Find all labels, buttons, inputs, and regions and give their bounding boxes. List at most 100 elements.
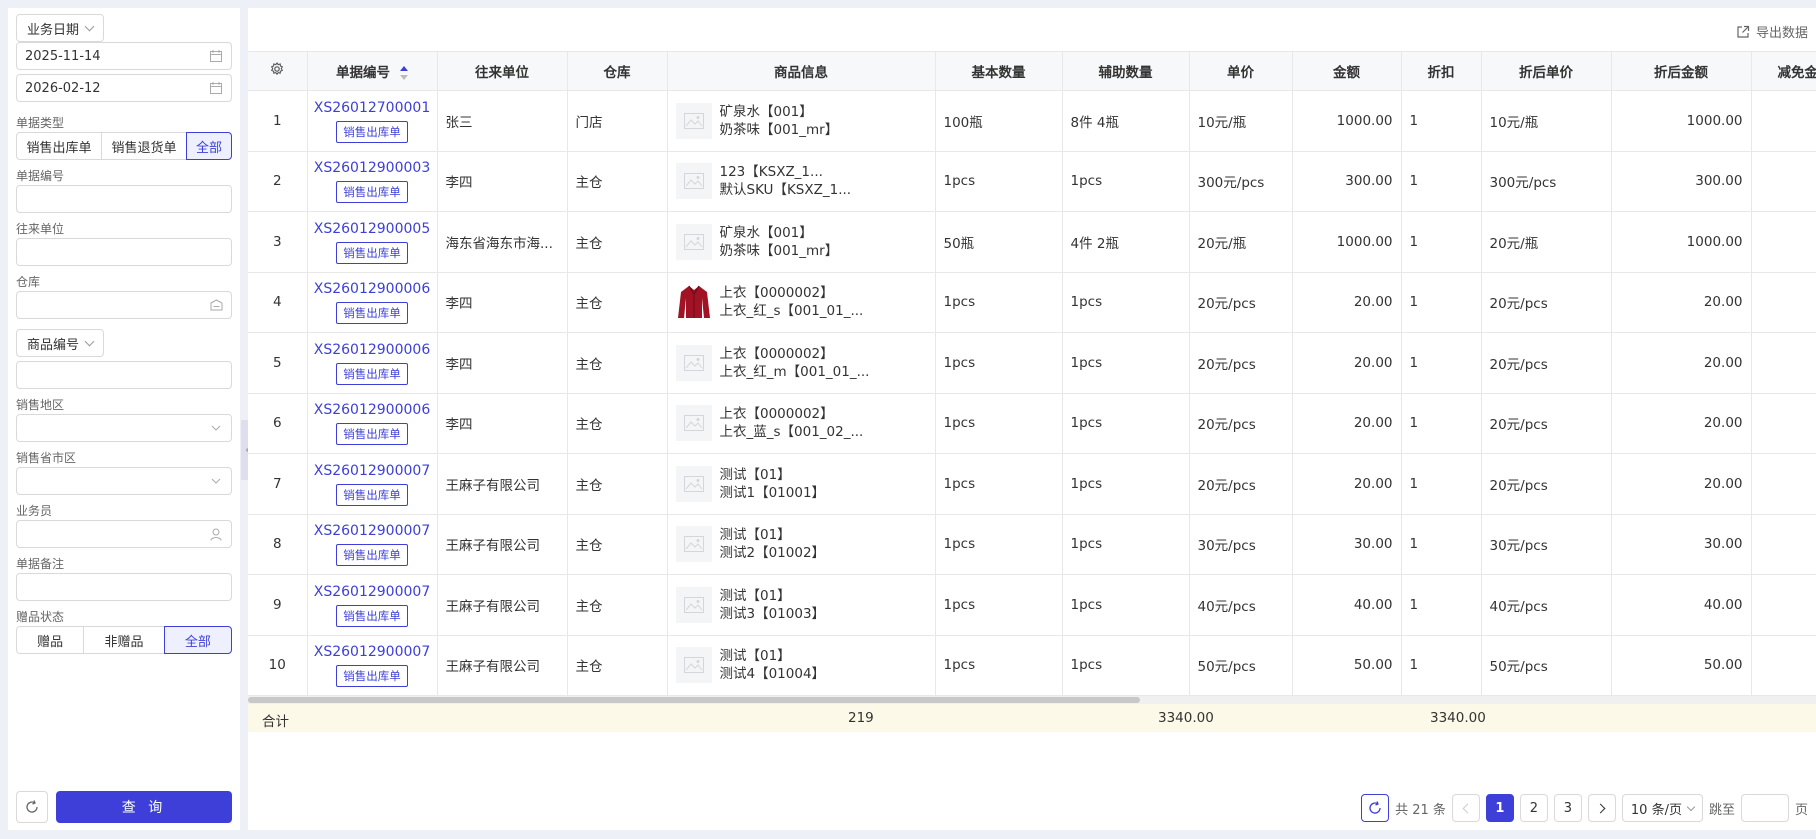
province-select[interactable] [16,467,232,495]
table-row[interactable]: 6 XS26012900006 销售出库单 李四 主仓 上衣【0000002】 上衣_蓝_s… [248,393,1816,454]
discount-cell: 1 [1401,151,1482,212]
totals-row: 合计 219 3340.00 3340.00 [248,704,1816,732]
doc-type-sales-return[interactable]: 销售退货单 [101,132,187,160]
totals-base-qty: 219 [848,710,874,726]
doc-type-all[interactable]: 全部 [186,132,232,160]
aux-qty-cell: 1pcs [1062,393,1190,454]
amount-cell: 300.00 [1292,151,1402,212]
doc-no-link[interactable]: XS26012900007 [312,462,433,480]
doc-no-link[interactable]: XS26012900006 [312,401,433,419]
export-button[interactable]: 导出数据 [1736,22,1808,41]
gift-option-gift[interactable]: 赠品 [16,626,85,654]
doc-no-link[interactable]: XS26012900005 [312,220,433,238]
product-name: 测试【01】 [719,648,791,665]
page-button-2[interactable]: 2 [1519,794,1548,822]
jump-page-input[interactable] [1740,794,1789,822]
table-row[interactable]: 5 XS26012900006 销售出库单 李四 主仓 上衣【0000002】 上衣_红_m… [248,332,1816,394]
next-page-button[interactable] [1587,794,1616,822]
reduce-amount-cell [1751,151,1816,212]
table-row[interactable]: 2 XS26012900003 销售出库单 李四 主仓 123【KSXZ_1... 默认SK… [248,151,1816,212]
chevron-down-icon [84,336,95,346]
header-doc-no-label: 单据编号 [336,65,390,81]
page-button-3[interactable]: 3 [1553,794,1582,822]
base-qty-cell: 1pcs [935,514,1063,575]
partner-cell: 李四 [437,332,568,394]
partner-cell: 王麻子有限公司 [437,514,568,575]
date-type-label: 业务日期 [27,22,80,38]
page-button-1[interactable]: 1 [1485,794,1514,822]
pagination-refresh-button[interactable] [1361,794,1390,822]
salesperson-input[interactable] [16,520,232,548]
table-row[interactable]: 8 XS26012900007 销售出库单 王麻子有限公司 主仓 测试【01】 测试2【01… [248,514,1816,575]
prev-page-button[interactable] [1451,794,1480,822]
disc-amount-cell: 40.00 [1611,574,1752,636]
doc-type-sales-out[interactable]: 销售出库单 [16,132,102,160]
header-doc-no[interactable]: 单据编号 [307,51,438,91]
row-index: 6 [248,393,308,454]
discount-cell: 1 [1401,332,1482,394]
doc-no-input[interactable] [16,185,232,213]
doc-no-cell: XS26012900007 销售出库单 [307,514,438,575]
reset-button[interactable] [16,791,48,823]
table-row[interactable]: 9 XS26012900007 销售出库单 王麻子有限公司 主仓 测试【01】 测试3【01… [248,574,1816,636]
product-code-select[interactable]: 商品编号 [16,329,105,357]
discount-cell: 1 [1401,514,1482,575]
table-row[interactable]: 7 XS26012900007 销售出库单 王麻子有限公司 主仓 测试【01】 测试1【01… [248,453,1816,515]
remark-input[interactable] [16,573,232,601]
image-placeholder-icon [675,102,712,139]
partner-input[interactable] [16,238,232,266]
partner-label: 往来单位 [16,222,65,236]
horizontal-scrollbar[interactable] [248,696,1816,704]
product-name: 上衣【0000002】 [719,406,834,423]
header-disc-price: 折后单价 [1481,51,1612,91]
image-placeholder-icon [675,163,712,200]
doc-no-cell: XS26012700001 销售出库单 [307,90,438,152]
sort-icon[interactable] [400,66,408,80]
warehouse-cell: 门店 [567,90,668,152]
doc-type-tag: 销售出库单 [336,241,408,264]
date-type-select[interactable]: 业务日期 [16,14,105,42]
calendar-icon [209,49,223,63]
table-row[interactable]: 10 XS26012900007 销售出库单 王麻子有限公司 主仓 测试【01】 测试4【0… [248,635,1816,696]
unit-price-cell: 40元/pcs [1189,574,1293,636]
row-index: 4 [248,272,308,333]
table-row[interactable]: 3 XS26012900005 销售出库单 海东省海东市海... 主仓 矿泉水【001】奶… [248,211,1816,273]
doc-no-link[interactable]: XS26012700001 [312,99,433,117]
page-size-select[interactable]: 10 条/页 [1621,794,1703,822]
warehouse-label: 仓库 [16,275,41,289]
discount-cell: 1 [1401,635,1482,696]
total-count: 共 21 条 [1395,802,1446,818]
partner-cell: 李四 [437,272,568,333]
discount-cell: 1 [1401,574,1482,636]
region-select[interactable] [16,414,232,442]
doc-no-link[interactable]: XS26012900007 [312,583,433,601]
doc-type-tag: 销售出库单 [336,665,408,688]
scrollbar-thumb[interactable] [248,697,1140,703]
doc-no-link[interactable]: XS26012900006 [312,341,433,359]
table-row[interactable]: 4 XS26012900006 销售出库单 李四 主仓 上衣【0000002】 上衣_红_s… [248,272,1816,333]
start-date-input[interactable]: 2025-11-14 [16,42,232,70]
settings-icon [271,62,284,76]
disc-price-cell: 30元/pcs [1481,514,1612,575]
doc-no-link[interactable]: XS26012900007 [312,522,433,540]
image-placeholder-icon [675,647,712,684]
chevron-down-icon [84,21,95,31]
product-name: 矿泉水【001】 [719,103,813,120]
product-code-input[interactable] [16,361,232,389]
doc-no-link[interactable]: XS26012900003 [312,159,433,177]
chevron-down-icon [209,421,223,435]
end-date-input[interactable]: 2026-02-12 [16,74,232,102]
gift-option-all[interactable]: 全部 [163,626,232,654]
reduce-amount-cell [1751,574,1816,636]
query-button[interactable]: 查 询 [56,791,232,823]
column-settings[interactable] [248,51,308,91]
doc-no-link[interactable]: XS26012900007 [312,643,433,661]
reduce-amount-cell [1751,211,1816,273]
row-index: 1 [248,90,308,152]
doc-no-link[interactable]: XS26012900006 [312,280,433,298]
reduce-amount-cell [1751,635,1816,696]
table-row[interactable]: 1 XS26012700001 销售出库单 张三 门店 矿泉水【001】 奶茶味【001_m… [248,90,1816,152]
warehouse-input[interactable] [16,291,232,319]
product-sku: 测试3【01003】 [719,605,826,622]
gift-option-nongift[interactable]: 非赠品 [83,626,165,654]
